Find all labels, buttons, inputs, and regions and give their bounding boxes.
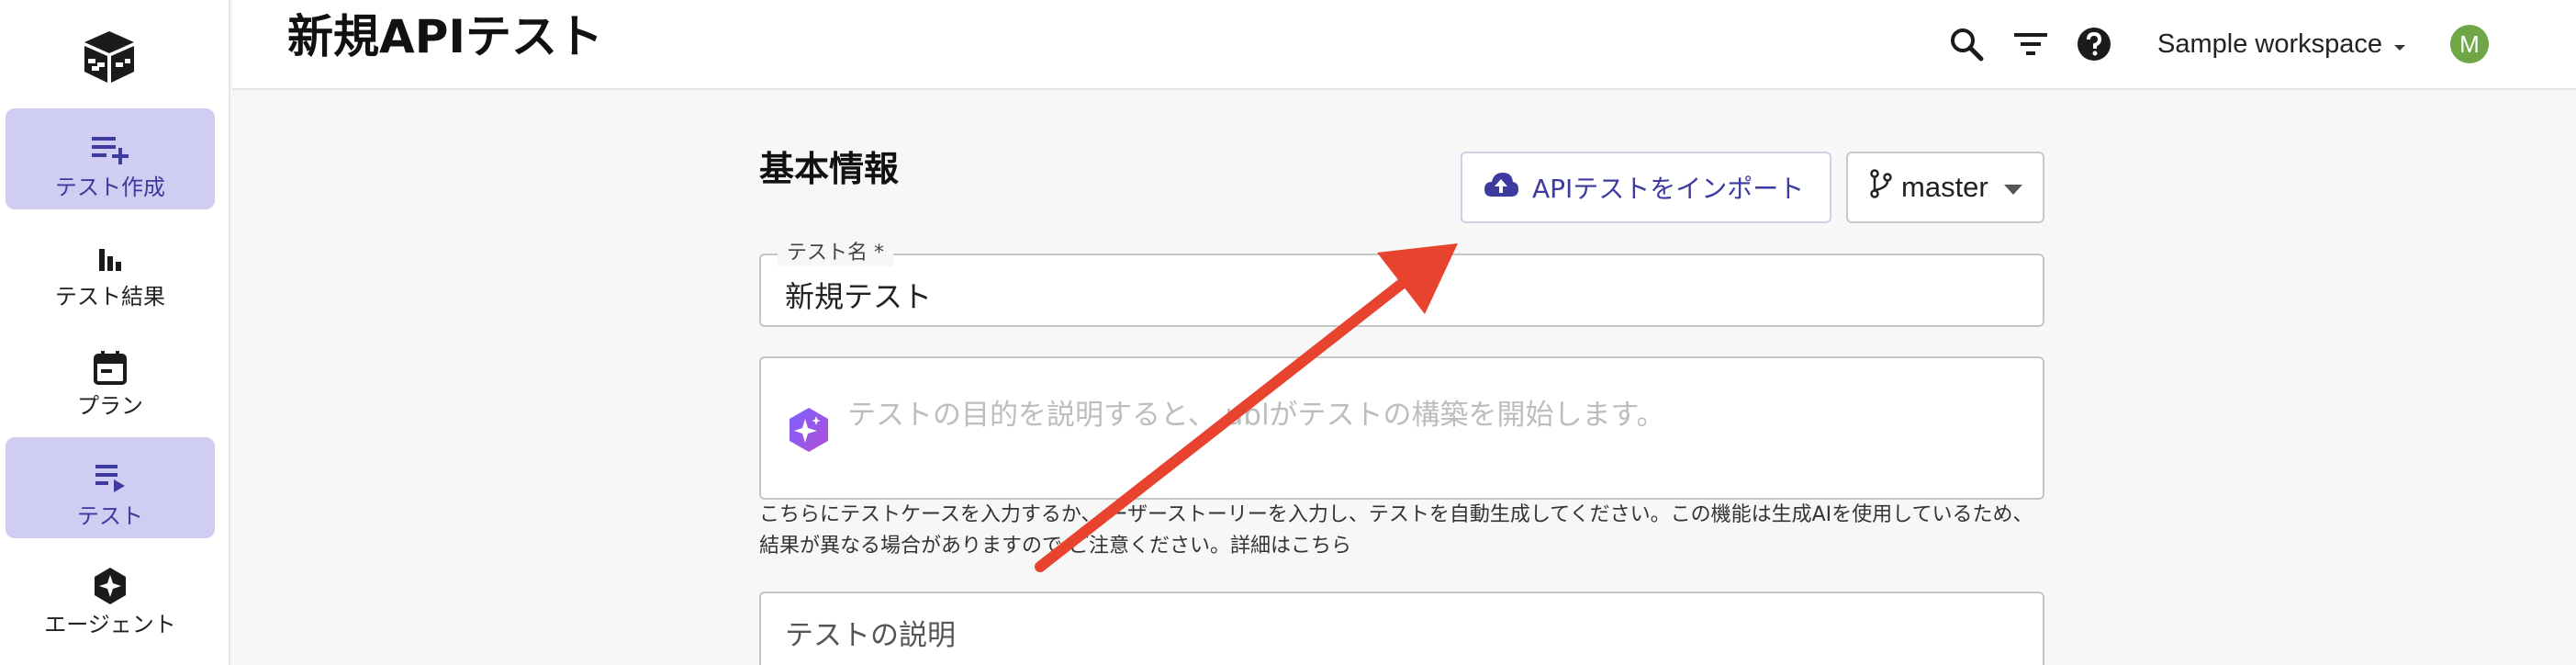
avatar[interactable]: M (2450, 25, 2489, 63)
import-button-label: APIテストをインポート (1532, 174, 1805, 204)
test-name-label: テスト名 * (778, 241, 893, 266)
sparkle-badge-icon (90, 566, 130, 606)
branch-name: master (1901, 171, 1988, 203)
test-description-field[interactable]: テストの説明 (759, 592, 2044, 665)
bar-chart-icon (90, 238, 130, 278)
help-text-line-2: 結果が異なる場合がありますので ご注意ください。詳細はこちら (759, 535, 1351, 558)
ai-prompt-field[interactable]: テストの目的を説明すると、 ublがテストの構築を開始します。 (759, 356, 2044, 500)
section-title: 基本情報 (759, 149, 900, 189)
page-title: 新規APIテスト (287, 10, 603, 63)
chevron-down-icon (2393, 29, 2406, 60)
test-name-input[interactable]: 新規テスト (785, 274, 932, 316)
branch-selector[interactable]: master (1846, 152, 2044, 223)
sidebar-item-label: エージェント (44, 612, 176, 637)
sidebar-item-agent[interactable]: エージェント (6, 546, 215, 647)
search-icon[interactable] (1946, 24, 1987, 64)
sidebar-item-plan[interactable]: プラン (6, 327, 215, 428)
import-api-test-button[interactable]: APIテストをインポート (1461, 152, 1831, 223)
test-description-placeholder: テストの説明 (785, 619, 956, 652)
ai-sparkle-icon (787, 406, 831, 454)
chevron-down-icon (2004, 185, 2022, 195)
app-logo-icon[interactable] (79, 28, 140, 88)
annotation-arrow (1035, 243, 1458, 572)
sidebar-item-create-test[interactable]: テスト作成 (6, 108, 215, 209)
workspace-selector[interactable]: Sample workspace (2157, 26, 2406, 62)
sidebar-item-label: テスト結果 (55, 284, 165, 310)
list-add-icon (90, 129, 130, 169)
sidebar-item-tests[interactable]: テスト (6, 437, 215, 538)
filter-icon[interactable] (2010, 24, 2051, 64)
sidebar-item-label: テスト作成 (55, 175, 165, 200)
list-play-icon (90, 457, 130, 498)
test-name-field[interactable]: テスト名 * 新規テスト (759, 241, 2044, 327)
sidebar-item-label: プラン (77, 393, 143, 419)
sidebar: テスト作成 テスト結果 プラン テスト エージェント (0, 0, 230, 665)
workspace-name: Sample workspace (2157, 28, 2382, 59)
help-text-line-1: こちらにテストケースを入力するか、 ーザーストーリーを入力し、テストを自動生成し… (759, 503, 2033, 526)
cloud-upload-icon (1483, 171, 1519, 205)
help-text: こちらにテストケースを入力するか、 ーザーストーリーを入力し、テストを自動生成し… (759, 500, 2054, 562)
sidebar-item-test-results[interactable]: テスト結果 (6, 218, 215, 319)
calendar-icon (90, 347, 130, 388)
top-header: 新規APIテスト Sample workspace M (232, 0, 2576, 90)
sidebar-item-label: テスト (77, 503, 143, 529)
git-branch-icon (1868, 169, 1894, 206)
help-icon[interactable] (2074, 24, 2114, 64)
ai-prompt-placeholder: テストの目的を説明すると、 ublがテストの構築を開始します。 (847, 399, 1665, 432)
